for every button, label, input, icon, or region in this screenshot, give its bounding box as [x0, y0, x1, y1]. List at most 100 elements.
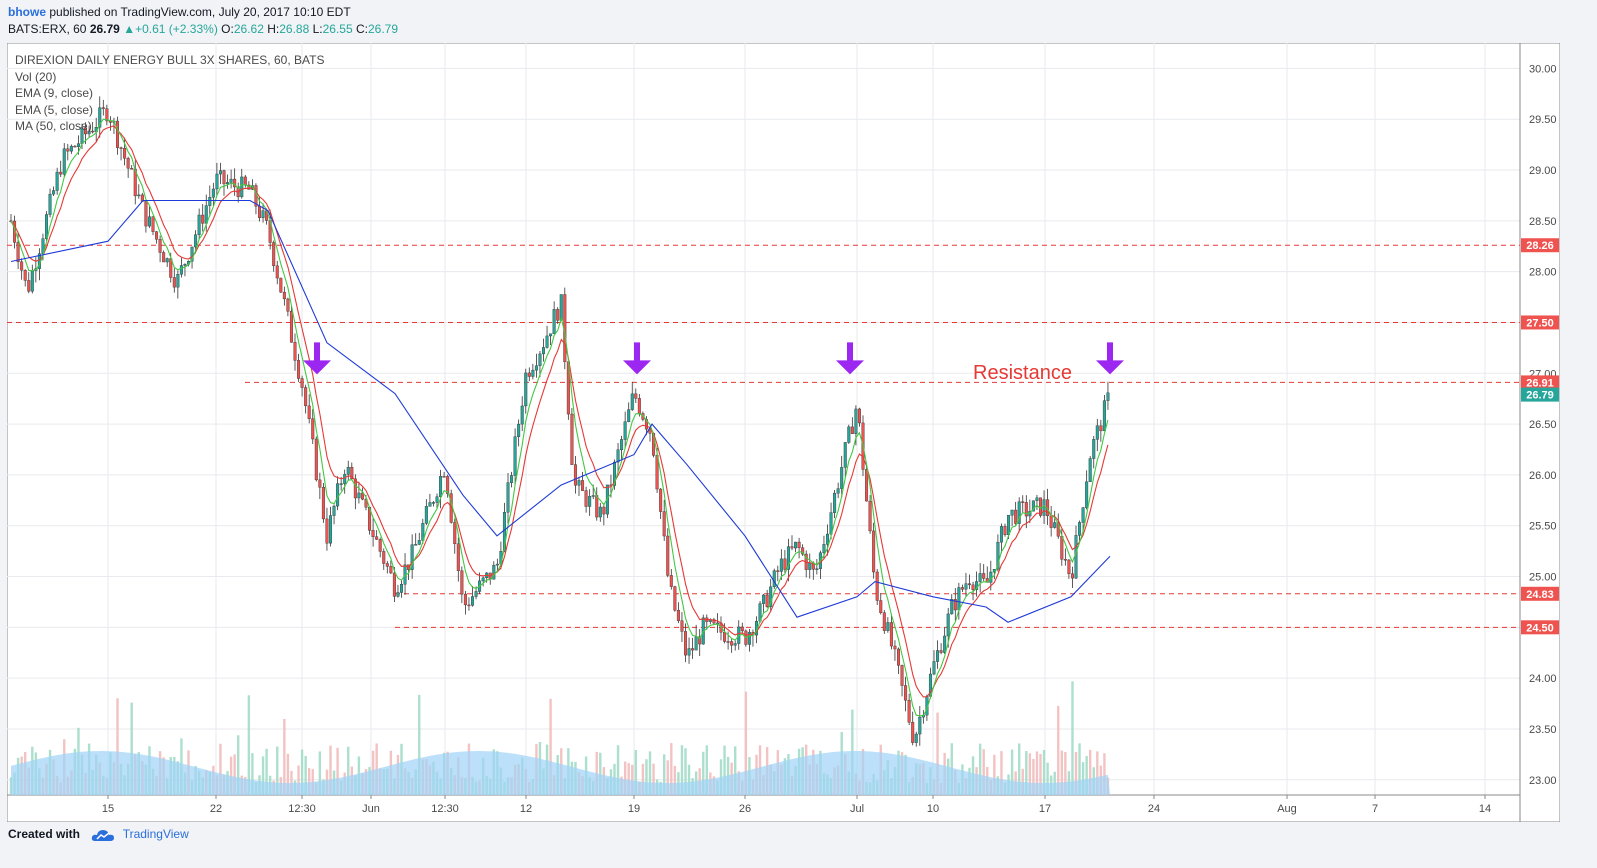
- candle-body: [570, 413, 574, 465]
- candle-body: [240, 176, 244, 198]
- candle-body: [144, 201, 148, 227]
- candle-body: [59, 171, 63, 175]
- candle-body: [577, 480, 581, 486]
- candle-body: [826, 533, 830, 545]
- time-tick-label: 17: [1039, 803, 1051, 815]
- legend-item-ma50[interactable]: MA (50, close): [15, 118, 324, 135]
- candle-body: [684, 631, 688, 656]
- candle-body: [183, 264, 187, 266]
- legend-item-volume[interactable]: Vol (20): [15, 69, 324, 86]
- candle-body: [222, 170, 226, 185]
- candle-body: [1106, 392, 1110, 401]
- time-tick-label: 7: [1372, 803, 1378, 815]
- legend-item-ema5[interactable]: EMA (5, close): [15, 102, 324, 119]
- time-tick-label: 24: [1148, 803, 1160, 815]
- candle-body: [666, 535, 670, 576]
- time-tick-label: Jul: [850, 803, 864, 815]
- candle-body: [854, 408, 858, 434]
- candle-body: [1049, 515, 1053, 528]
- candle-body: [300, 378, 304, 388]
- volume-bar: [1057, 705, 1060, 795]
- candle-body: [939, 650, 943, 653]
- candle-body: [378, 539, 382, 552]
- candle-body: [623, 421, 627, 440]
- candle-body: [879, 600, 883, 613]
- candle-body: [556, 309, 560, 321]
- symbol-label: BATS:ERX, 60: [8, 22, 87, 36]
- candle-body: [52, 190, 56, 195]
- candle-body: [673, 586, 677, 611]
- candle-body: [822, 544, 826, 554]
- candle-body: [123, 148, 127, 159]
- candle-body: [304, 387, 308, 407]
- candle-body: [471, 596, 475, 606]
- candle-body: [872, 530, 876, 573]
- time-tick-label: 14: [1479, 803, 1491, 815]
- candle-body: [1063, 559, 1067, 561]
- candle-body: [243, 176, 247, 186]
- candle-body: [779, 558, 783, 572]
- candle-body: [581, 480, 585, 491]
- candle-body: [392, 572, 396, 597]
- legend-title: DIREXION DAILY ENERGY BULL 3X SHARES, 60…: [15, 53, 325, 67]
- publisher-name[interactable]: bhowe: [8, 5, 46, 19]
- candle-body: [456, 543, 460, 571]
- candle-body: [226, 182, 230, 185]
- legend-item-ema9[interactable]: EMA (9, close): [15, 85, 324, 102]
- candle-body: [279, 277, 283, 293]
- time-tick-label: 15: [102, 803, 114, 815]
- candle-body: [847, 426, 851, 443]
- candle-body: [336, 483, 340, 507]
- candle-body: [282, 291, 286, 300]
- tradingview-logo-text[interactable]: TradingView: [123, 827, 189, 841]
- candle-body: [431, 502, 435, 504]
- candle-body: [900, 665, 904, 686]
- candle-body: [218, 170, 222, 175]
- candle-body: [126, 158, 130, 169]
- time-tick-label: 12:30: [288, 803, 316, 815]
- candle-body: [176, 274, 180, 288]
- candle-body: [297, 360, 301, 379]
- candle-body: [968, 583, 972, 586]
- candle-body: [439, 476, 443, 498]
- candle-body: [911, 722, 915, 743]
- candle-body: [20, 261, 24, 271]
- candle-body: [1092, 439, 1096, 459]
- candle-body: [616, 449, 620, 463]
- candle-body: [424, 506, 428, 524]
- candle-body: [549, 333, 553, 337]
- candle-body: [293, 342, 297, 361]
- candle-body: [918, 716, 922, 735]
- candle-body: [16, 242, 20, 263]
- candle-body: [964, 583, 968, 590]
- candle-body: [573, 464, 577, 486]
- candle-body: [637, 398, 641, 414]
- candle-body: [982, 573, 986, 579]
- candle-body: [591, 495, 595, 497]
- candle-body: [932, 661, 936, 675]
- candle-body: [659, 488, 663, 512]
- candle-body: [1010, 509, 1014, 516]
- time-tick-label: 10: [927, 803, 939, 815]
- candle-body: [481, 577, 485, 582]
- candle-body: [634, 393, 638, 399]
- candle-body: [389, 566, 393, 574]
- candle-body: [55, 171, 59, 191]
- candle-body: [559, 294, 563, 321]
- candle-body: [467, 604, 471, 607]
- price-chart[interactable]: 30.0029.5029.0028.5028.0027.5027.0026.50…: [7, 43, 1560, 822]
- time-tick-label: Jun: [362, 803, 380, 815]
- price-tick-label: 23.00: [1529, 775, 1557, 787]
- candle-body: [147, 216, 151, 227]
- candle-body: [172, 277, 176, 288]
- price-tick-label: 23.50: [1529, 724, 1557, 736]
- open-value: 26.62: [233, 22, 264, 36]
- candle-body: [357, 492, 361, 499]
- high-value: 26.88: [279, 22, 310, 36]
- candle-body: [311, 418, 315, 440]
- candle-body: [474, 591, 478, 597]
- candle-body: [158, 239, 162, 253]
- candle-body: [275, 265, 279, 279]
- candle-body: [723, 631, 727, 642]
- candle-body: [307, 405, 311, 419]
